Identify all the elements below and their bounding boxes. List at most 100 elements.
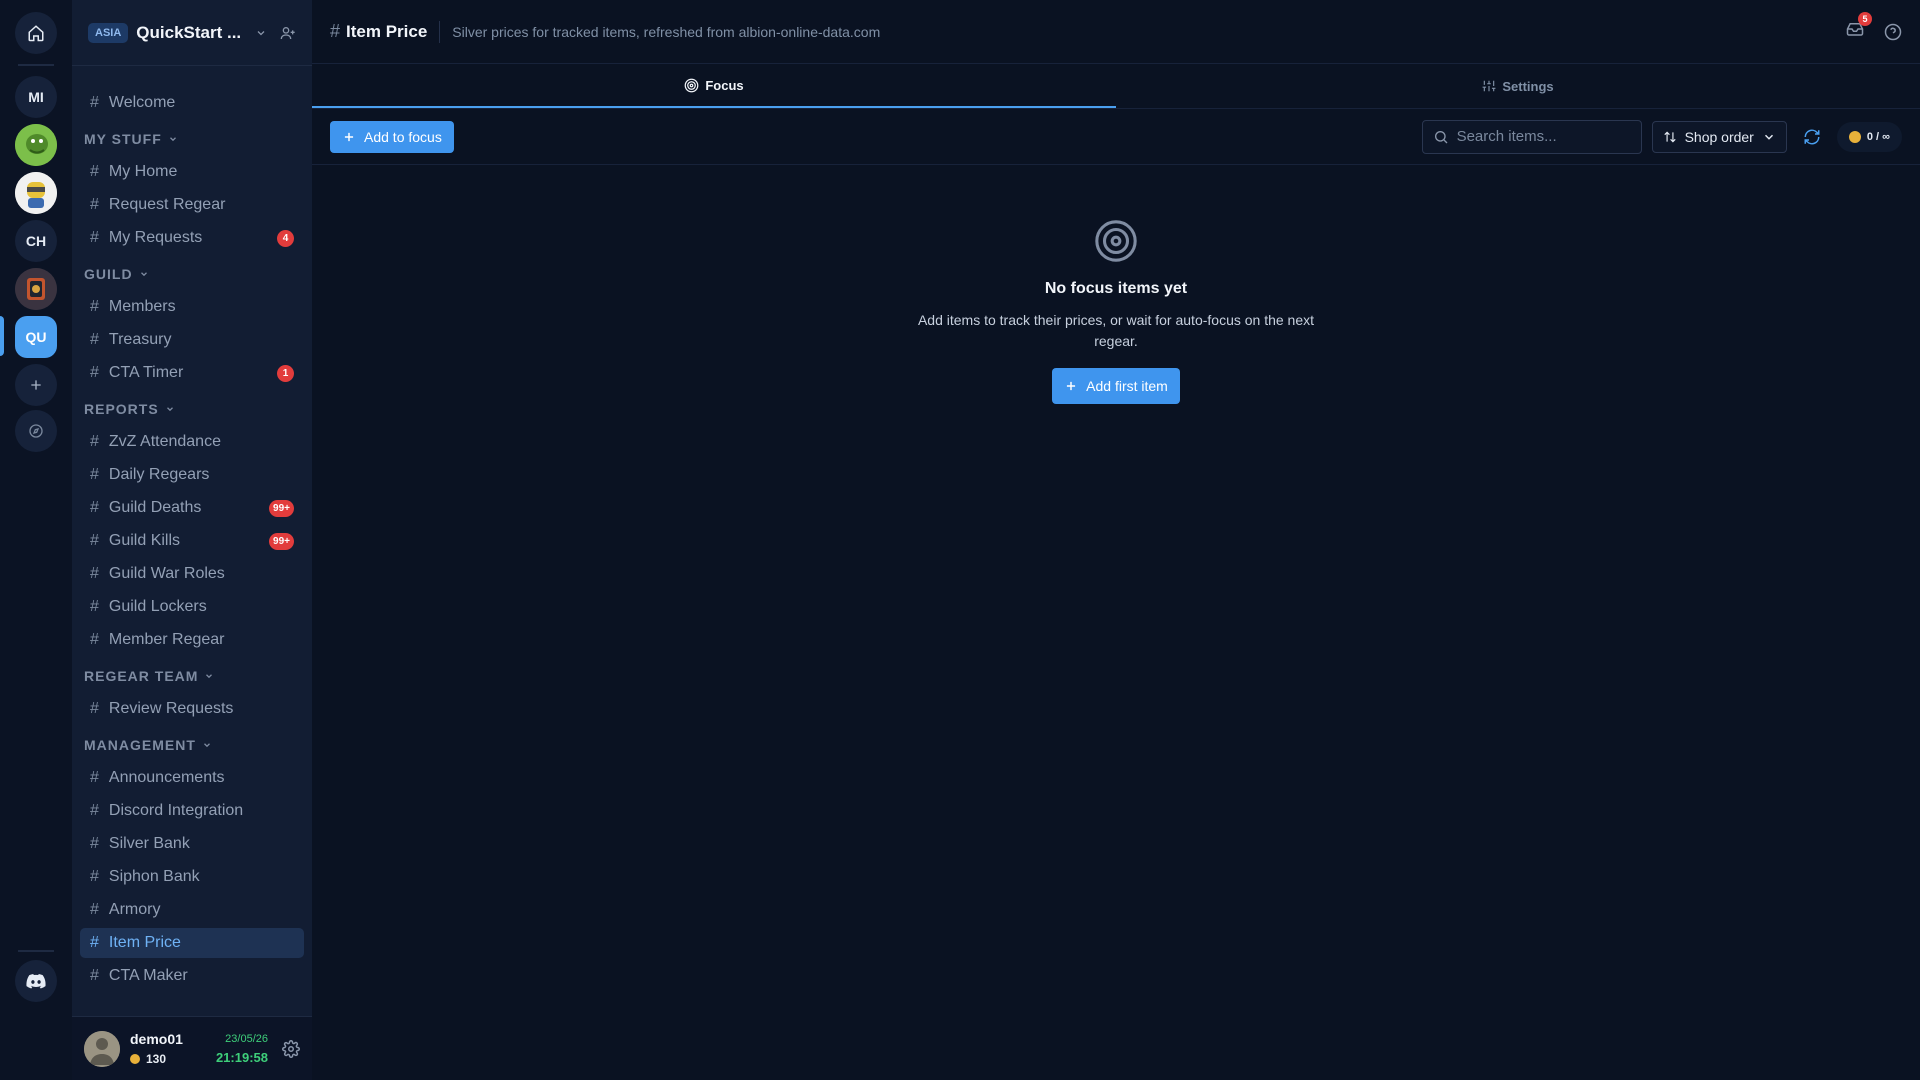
sort-dropdown[interactable]: Shop order <box>1651 120 1787 153</box>
inbox-button[interactable]: 5 <box>1846 12 1872 43</box>
channel-item[interactable]: # My Home <box>80 157 304 187</box>
category-header[interactable]: REGEAR TEAM <box>80 661 304 691</box>
search-input[interactable] <box>1456 128 1627 145</box>
quota-text: 0 / ∞ <box>1866 130 1890 143</box>
channel-label: Discord Integration <box>108 802 244 819</box>
category-header[interactable]: MANAGEMENT <box>80 730 304 760</box>
chevron-down-icon <box>166 407 173 412</box>
channel-item[interactable]: # Guild Lockers <box>80 592 304 622</box>
target-icon <box>684 78 699 92</box>
server-mi[interactable]: MI <box>15 76 57 118</box>
channel-label: Silver Bank <box>108 835 190 852</box>
channel-item[interactable]: # ZvZ Attendance <box>80 427 304 457</box>
channel-item[interactable]: # Members <box>80 292 304 322</box>
channel-item[interactable]: # Treasury <box>80 325 304 355</box>
invite-user-icon[interactable] <box>280 25 296 41</box>
server-qu[interactable]: QU <box>15 316 57 358</box>
refresh-icon <box>1804 129 1820 144</box>
discord-button[interactable] <box>15 960 57 1002</box>
category-header[interactable]: REPORTS <box>80 394 304 424</box>
channel-label: Daily Regears <box>108 466 210 483</box>
channel-item[interactable]: # Daily Regears <box>80 460 304 490</box>
channel-label: Welcome <box>108 94 176 111</box>
channel-item[interactable]: # CTA Maker <box>80 961 304 991</box>
coin-count: 130 <box>146 1052 167 1066</box>
help-icon[interactable] <box>1884 23 1902 41</box>
channel-label: Guild War Roles <box>108 565 225 582</box>
sort-icon <box>1663 131 1676 142</box>
channel-item[interactable]: # Request Regear <box>80 190 304 220</box>
channel-label: Armory <box>108 901 161 918</box>
guild-header[interactable]: ASIA QuickStart ... <box>72 0 312 66</box>
coin-icon <box>1848 130 1861 143</box>
channel-item[interactable]: # Silver Bank <box>80 829 304 859</box>
user-avatar-icon <box>84 1030 120 1067</box>
tab-focus[interactable]: Focus <box>312 64 1116 108</box>
rail-separator <box>18 64 54 66</box>
channel-welcome[interactable]: # Welcome <box>80 88 304 118</box>
category-header[interactable]: GUILD <box>80 259 304 289</box>
add-server-button[interactable] <box>15 364 57 406</box>
gear-icon[interactable] <box>282 1039 300 1058</box>
username: demo01 <box>130 1031 183 1047</box>
hash-icon: # <box>90 331 99 348</box>
title-divider <box>439 20 441 43</box>
channel-label: Item Price <box>108 934 181 951</box>
channel-item[interactable]: # Announcements <box>80 763 304 793</box>
active-server-indicator <box>0 316 4 356</box>
clock-time: 21:19:58 <box>215 1049 268 1065</box>
explore-button[interactable] <box>15 410 57 452</box>
category-header[interactable]: MY STUFF <box>80 124 304 154</box>
channel-item[interactable]: # Armory <box>80 895 304 925</box>
rail-separator-bottom <box>18 950 54 952</box>
category-title: REGEAR TEAM <box>84 668 199 684</box>
chevron-down-icon <box>140 272 147 277</box>
empty-title: No focus items yet <box>1044 280 1188 297</box>
channel-item[interactable]: # Guild Kills 99+ <box>80 526 304 556</box>
hash-icon: # <box>90 196 99 213</box>
hash-icon: # <box>90 499 99 516</box>
search-icon <box>1434 130 1448 143</box>
hash-icon: # <box>90 802 99 819</box>
server-avatar-2[interactable] <box>15 172 57 214</box>
server-avatar-3[interactable] <box>15 268 57 310</box>
search-box <box>1421 119 1642 154</box>
channel-label: Siphon Bank <box>108 868 200 885</box>
user-panel: demo01 130 23/05/26 21:19:58 <box>72 1016 312 1080</box>
hash-icon: # <box>90 94 99 111</box>
channel-label: Review Requests <box>108 700 234 717</box>
channel-item[interactable]: # My Requests 4 <box>80 223 304 253</box>
channel-item[interactable]: # CTA Timer 1 <box>80 358 304 388</box>
hash-icon: # <box>90 868 99 885</box>
main-panel: # Item Price Silver prices for tracked i… <box>312 0 1920 1080</box>
channel-item[interactable]: # Item Price <box>80 928 304 958</box>
tab-settings[interactable]: Settings <box>1116 64 1920 108</box>
discord-icon <box>26 974 46 989</box>
server-ch[interactable]: CH <box>15 220 57 262</box>
category-title: GUILD <box>84 266 133 282</box>
chevron-down-icon[interactable] <box>255 27 267 39</box>
channel-item[interactable]: # Guild War Roles <box>80 559 304 589</box>
refresh-button[interactable] <box>1797 122 1827 152</box>
guild-name: QuickStart ... <box>136 22 242 42</box>
channel-label: CTA Timer <box>108 364 184 381</box>
channel-item[interactable]: # Siphon Bank <box>80 862 304 892</box>
home-button[interactable] <box>15 12 57 54</box>
channel-label: CTA Maker <box>108 967 188 984</box>
hash-icon: # <box>90 901 99 918</box>
channel-item[interactable]: # Review Requests <box>80 694 304 724</box>
channel-item[interactable]: # Guild Deaths 99+ <box>80 493 304 523</box>
channel-item[interactable]: # Discord Integration <box>80 796 304 826</box>
add-to-focus-button[interactable]: Add to focus <box>330 120 454 153</box>
user-coins: 130 <box>130 1052 183 1066</box>
clock-date: 23/05/26 <box>225 1032 268 1045</box>
chevron-down-icon <box>206 674 213 679</box>
button-label: Add first item <box>1086 378 1168 394</box>
channel-item[interactable]: # Member Regear <box>80 625 304 655</box>
compass-icon <box>29 424 43 438</box>
region-badge: ASIA <box>88 22 129 43</box>
tab-label: Settings <box>1502 78 1554 94</box>
server-avatar-1[interactable] <box>15 124 57 166</box>
add-first-item-button[interactable]: Add first item <box>1052 368 1180 404</box>
user-avatar[interactable] <box>84 1030 120 1067</box>
